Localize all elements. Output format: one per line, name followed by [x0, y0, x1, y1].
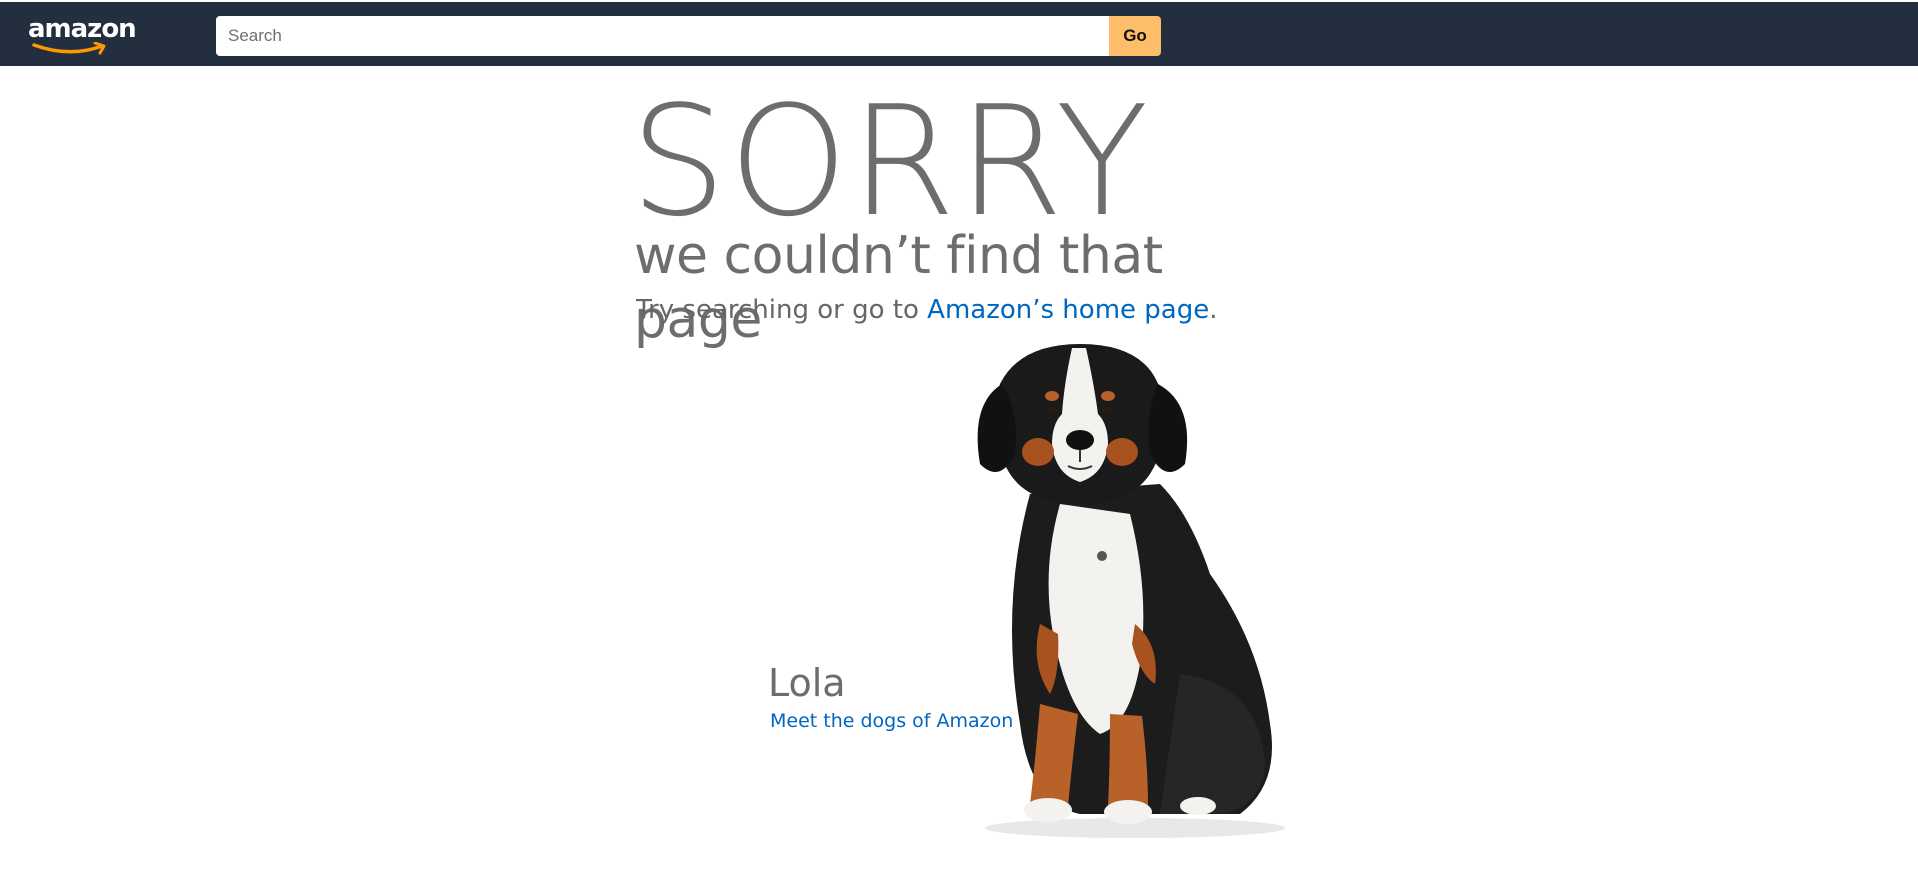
search-form: Go	[216, 16, 1161, 56]
try-prefix: Try searching or go to	[636, 295, 928, 325]
home-page-link[interactable]: Amazon’s home page	[927, 295, 1209, 325]
try-suffix: .	[1209, 295, 1218, 325]
search-input[interactable]	[216, 16, 1109, 56]
meet-dogs-link[interactable]: Meet the dogs of Amazon	[770, 708, 1013, 734]
logo-smile-icon	[32, 42, 106, 55]
go-button[interactable]: Go	[1109, 16, 1161, 56]
logo-wordmark: amazon	[28, 14, 137, 44]
dog-image[interactable]	[960, 344, 1290, 840]
top-navbar: amazon Go	[0, 2, 1918, 66]
sorry-heading: SORRY	[630, 73, 1151, 250]
dog-name: Lola	[768, 661, 846, 705]
amazon-logo[interactable]: amazon	[28, 12, 148, 56]
not-found-subtitle: we couldn’t find that page	[634, 226, 1163, 350]
try-searching-text: Try searching or go to Amazon’s home pag…	[636, 292, 1218, 328]
